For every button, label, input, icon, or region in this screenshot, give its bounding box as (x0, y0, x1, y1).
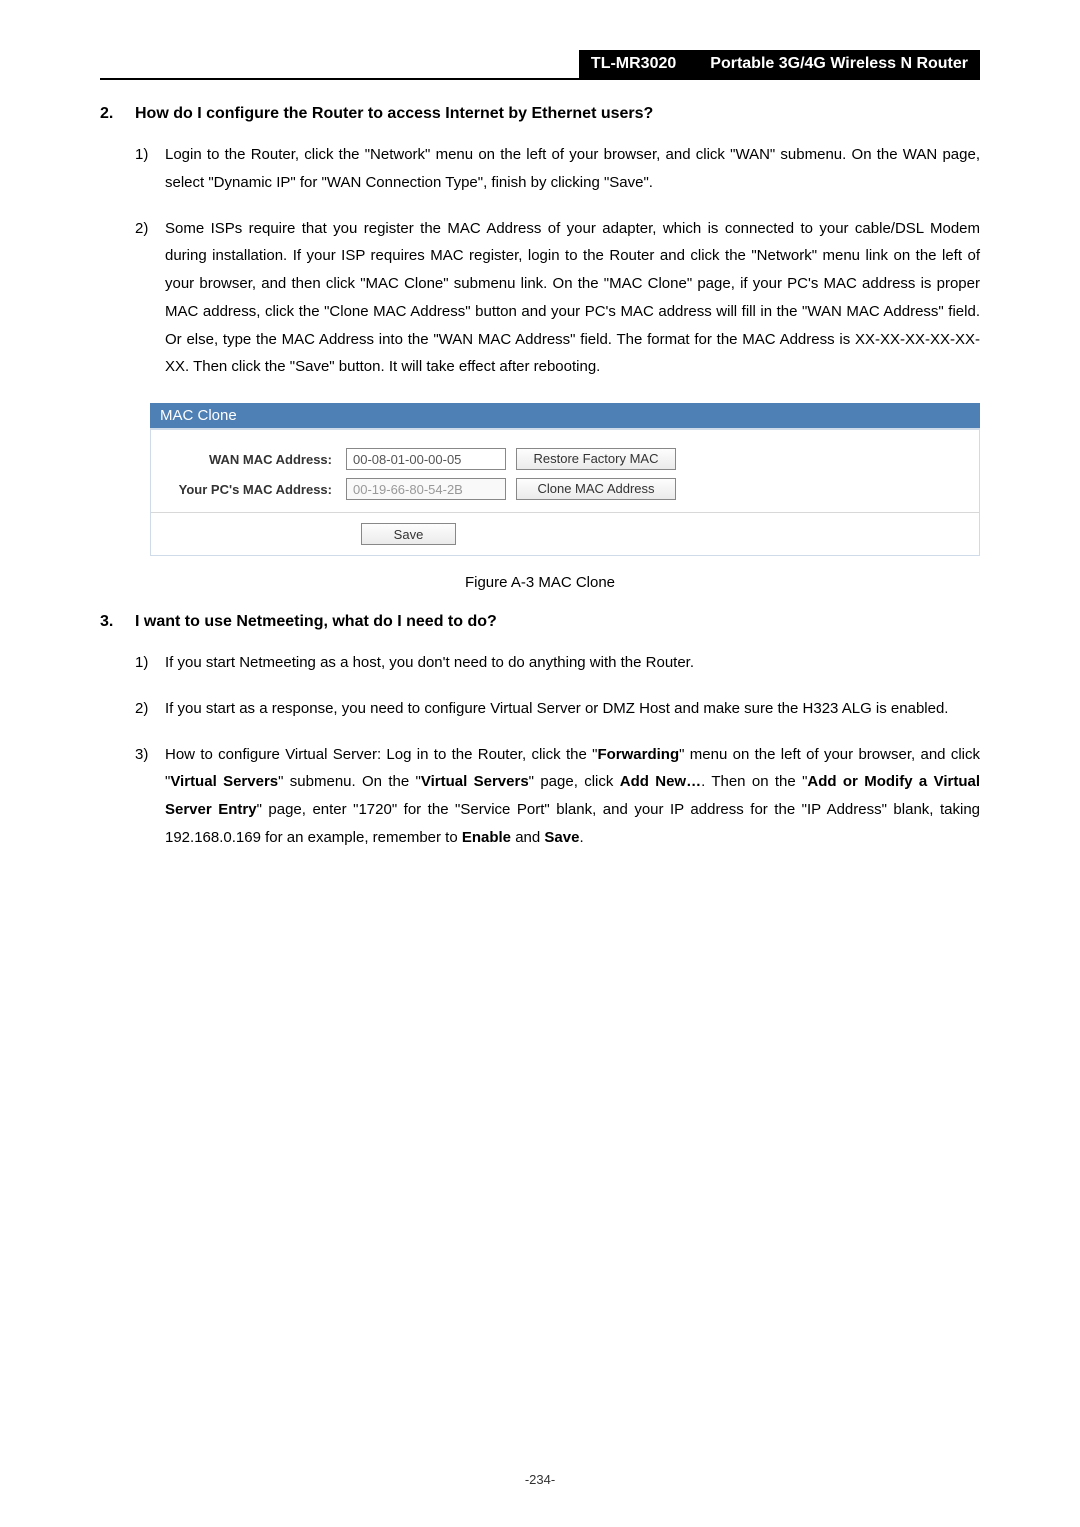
page-header: TL-MR3020 Portable 3G/4G Wireless N Rout… (100, 50, 980, 80)
product-title: Portable 3G/4G Wireless N Router (688, 50, 980, 78)
step-text: If you start Netmeeting as a host, you d… (165, 649, 980, 677)
pc-mac-label: Your PC's MAC Address: (171, 482, 346, 497)
save-button[interactable]: Save (361, 523, 456, 545)
section-number: 3. (100, 613, 135, 631)
step-number: 1) (135, 141, 165, 197)
step-number: 2) (135, 695, 165, 723)
page-number: -234- (0, 1472, 1080, 1487)
wan-mac-input[interactable] (346, 448, 506, 470)
section-title: How do I configure the Router to access … (135, 105, 980, 123)
faq-section-3: 3. I want to use Netmeeting, what do I n… (100, 613, 980, 852)
step-item: 1) Login to the Router, click the "Netwo… (135, 141, 980, 197)
figure-caption: Figure A-3 MAC Clone (100, 574, 980, 591)
step-number: 3) (135, 741, 165, 852)
clone-mac-address-button[interactable]: Clone MAC Address (516, 478, 676, 500)
section-title: I want to use Netmeeting, what do I need… (135, 613, 980, 631)
step-item: 2) If you start as a response, you need … (135, 695, 980, 723)
step-number: 2) (135, 215, 165, 382)
step-item: 3) How to configure Virtual Server: Log … (135, 741, 980, 852)
section-number: 2. (100, 105, 135, 123)
step-text: How to configure Virtual Server: Log in … (165, 741, 980, 852)
step-item: 1) If you start Netmeeting as a host, yo… (135, 649, 980, 677)
panel-title: MAC Clone (150, 403, 980, 429)
step-text: Some ISPs require that you register the … (165, 215, 980, 382)
restore-factory-mac-button[interactable]: Restore Factory MAC (516, 448, 676, 470)
step-text: Login to the Router, click the "Network"… (165, 141, 980, 197)
model-label: TL-MR3020 (579, 50, 688, 78)
step-item: 2) Some ISPs require that you register t… (135, 215, 980, 382)
mac-clone-figure: MAC Clone WAN MAC Address: Restore Facto… (150, 403, 980, 556)
faq-section-2: 2. How do I configure the Router to acce… (100, 105, 980, 381)
wan-mac-label: WAN MAC Address: (171, 452, 346, 467)
step-text: If you start as a response, you need to … (165, 695, 980, 723)
step-number: 1) (135, 649, 165, 677)
pc-mac-input (346, 478, 506, 500)
